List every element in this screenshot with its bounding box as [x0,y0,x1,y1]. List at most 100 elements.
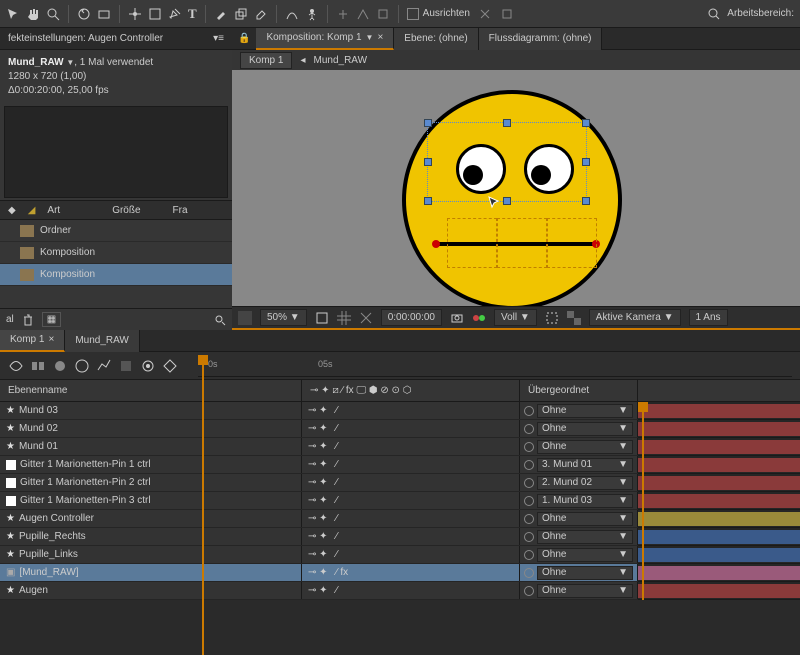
layer-row[interactable]: ★Mund 03 ⊸ ✦ ∕ Ohne▼ [0,402,638,420]
view-axis-icon[interactable] [376,7,390,21]
draft3d-icon[interactable] [118,358,134,374]
pickwhip-icon[interactable] [524,568,534,578]
tag-column-icon[interactable]: ◢ [28,205,36,216]
layer-track[interactable] [638,510,800,528]
layer-bar[interactable] [638,440,800,454]
layer-row[interactable]: ★Augen ⊸ ✦ ∕ Ohne▼ [0,582,638,600]
layer-row[interactable]: Gitter 1 Marionetten-Pin 2 ctrl ⊸ ✦ ∕ 2.… [0,474,638,492]
panel-menu-icon[interactable]: ▾≡ [213,33,224,44]
pickwhip-icon[interactable] [524,460,534,470]
timeline-tab[interactable]: Komp 1 × [0,330,65,352]
zoom-dropdown[interactable]: 50% ▼ [260,309,307,326]
pickwhip-icon[interactable] [524,442,534,452]
project-panel-tab[interactable]: fekteinstellungen: Augen Controller ▾≡ [0,28,232,50]
motion-blur-icon[interactable] [52,358,68,374]
layer-bar[interactable] [638,548,800,562]
layer-bar[interactable] [638,566,800,580]
guides-icon[interactable] [359,311,373,325]
puppet-tool-icon[interactable] [305,7,319,21]
parent-dropdown[interactable]: 2. Mund 02▼ [537,476,633,490]
layer-row[interactable]: Gitter 1 Marionetten-Pin 1 ctrl ⊸ ✦ ∕ 3.… [0,456,638,474]
breadcrumb-item[interactable]: Komp 1 [240,52,292,69]
layer-bar[interactable] [638,494,800,508]
world-axis-icon[interactable] [356,7,370,21]
layer-row[interactable]: ★Augen Controller ⊸ ✦ ∕ Ohne▼ [0,510,638,528]
parent-dropdown[interactable]: Ohne▼ [537,512,633,526]
col-art[interactable]: Art [47,205,60,216]
layer-track[interactable] [638,402,800,420]
project-item[interactable]: Komposition [0,264,232,286]
snapshot-icon[interactable] [450,311,464,325]
layer-row[interactable]: Gitter 1 Marionetten-Pin 3 ctrl ⊸ ✦ ∕ 1.… [0,492,638,510]
breadcrumb-item[interactable]: Mund_RAW [314,55,368,66]
layer-bar[interactable] [638,404,800,418]
graph-editor-icon[interactable] [140,358,156,374]
grid-icon[interactable] [337,311,351,325]
layer-bar[interactable] [638,512,800,526]
pickwhip-icon[interactable] [524,532,534,542]
roi-icon[interactable] [545,311,559,325]
anchor-tool-icon[interactable] [128,7,142,21]
pickwhip-icon[interactable] [524,586,534,596]
pickwhip-icon[interactable] [524,496,534,506]
col-layername[interactable]: Ebenenname [0,380,302,401]
layer-row[interactable]: ★Mund 02 ⊸ ✦ ∕ Ohne▼ [0,420,638,438]
close-icon[interactable]: × [48,334,54,345]
alpha-icon[interactable] [238,311,252,325]
tab-flowchart[interactable]: Flussdiagramm: (ohne) [479,28,603,50]
channel-icon[interactable] [472,311,486,325]
puppet-mesh[interactable] [497,218,547,268]
layer-track[interactable] [638,474,800,492]
tab-composition[interactable]: Komposition: Komp 1 ▼ × [256,28,394,50]
snap-options-icon[interactable] [478,7,492,21]
label-column-icon[interactable]: ◆ [8,205,16,216]
selection-bbox[interactable] [427,122,587,202]
brush-tool-icon[interactable] [214,7,228,21]
shy-icon[interactable] [8,358,24,374]
eraser-tool-icon[interactable] [254,7,268,21]
frame-blend-icon[interactable] [30,358,46,374]
snap-checkbox[interactable]: Ausrichten [407,8,470,20]
layer-row[interactable]: ▣[Mund_RAW] ⊸ ✦ ∕ fx Ohne▼ [0,564,638,582]
pickwhip-icon[interactable] [524,424,534,434]
transparency-icon[interactable] [567,311,581,325]
parent-dropdown[interactable]: Ohne▼ [537,404,633,418]
project-item[interactable]: Komposition [0,242,232,264]
layer-bar[interactable] [638,530,800,544]
views-dropdown[interactable]: 1 Ans [689,309,728,326]
rotation-tool-icon[interactable] [77,7,91,21]
close-icon[interactable]: × [377,32,383,43]
parent-dropdown[interactable]: Ohne▼ [537,566,633,580]
snap-options2-icon[interactable] [500,7,514,21]
layer-track[interactable] [638,492,800,510]
parent-dropdown[interactable]: Ohne▼ [537,530,633,544]
parent-dropdown[interactable]: 1. Mund 03▼ [537,494,633,508]
layer-track[interactable] [638,438,800,456]
parent-dropdown[interactable]: Ohne▼ [537,584,633,598]
layer-bar[interactable] [638,422,800,436]
auto-keyframe-icon[interactable] [162,358,178,374]
workspace-selector[interactable]: Arbeitsbereich: [707,7,794,21]
text-tool-icon[interactable]: T [188,6,197,22]
puppet-mesh[interactable] [447,218,497,268]
layer-track[interactable] [638,564,800,582]
search-icon[interactable] [707,7,721,21]
camera-dropdown[interactable]: Aktive Kamera ▼ [589,309,681,326]
comp-viewport[interactable] [232,70,800,306]
current-time-indicator[interactable] [642,402,644,600]
current-time-indicator[interactable] [202,355,204,655]
timecode-display[interactable]: 0:00:00:00 [381,309,442,326]
col-framerate[interactable]: Fra [173,205,188,216]
search-icon[interactable] [214,314,226,326]
camera-tool-icon[interactable] [97,7,111,21]
resolution-dropdown[interactable]: Voll ▼ [494,309,537,326]
tab-layer[interactable]: Ebene: (ohne) [394,28,478,50]
roto-tool-icon[interactable] [285,7,299,21]
pickwhip-icon[interactable] [524,550,534,560]
timeline-tab[interactable]: Mund_RAW [65,330,140,352]
layer-track[interactable] [638,528,800,546]
parent-dropdown[interactable]: Ohne▼ [537,440,633,454]
clone-tool-icon[interactable] [234,7,248,21]
selection-tool-icon[interactable] [6,7,20,21]
brainstorm-icon[interactable] [74,358,90,374]
